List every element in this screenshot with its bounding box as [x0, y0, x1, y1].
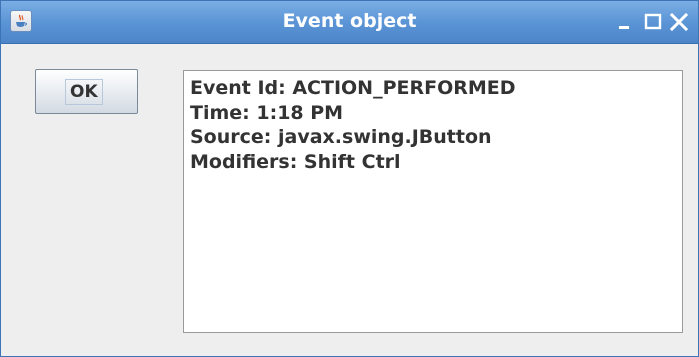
event-modifiers-line: Modifiers: Shift Ctrl [190, 150, 401, 173]
dialog-window: Event object OK Event Id: ACTION_PERFORM… [0, 0, 699, 357]
event-time-line: Time: 1:18 PM [190, 101, 344, 124]
ok-button[interactable]: OK [35, 69, 138, 114]
ok-button-label: OK [65, 79, 103, 105]
title-bar[interactable]: Event object [1, 1, 698, 44]
close-icon[interactable] [669, 12, 689, 32]
event-id-line: Event Id: ACTION_PERFORMED [190, 77, 516, 99]
minimize-icon[interactable] [616, 12, 636, 32]
event-source-line: Source: javax.swing.JButton [190, 126, 492, 148]
maximize-icon[interactable] [643, 12, 663, 32]
window-title: Event object [282, 10, 417, 32]
event-details-textarea[interactable]: Event Id: ACTION_PERFORMED Time: 1:18 PM… [183, 70, 683, 333]
